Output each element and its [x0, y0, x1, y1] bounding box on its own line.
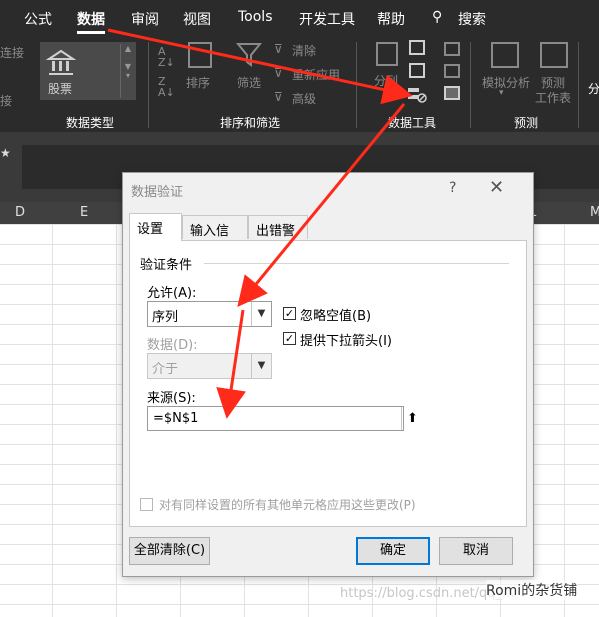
ignore-blank-checkbox[interactable]: ✓ [283, 307, 296, 320]
group-separator [356, 42, 357, 128]
tab-tools[interactable]: Tools [238, 9, 273, 25]
forecast-sheet-icon [540, 42, 568, 68]
dropdown-label[interactable]: 提供下拉箭头(I) [300, 330, 392, 349]
remove-duplicates-icon[interactable] [409, 63, 425, 78]
column-header-d[interactable]: D [15, 205, 25, 220]
what-if-icon [491, 42, 519, 68]
tab-settings[interactable]: 设置 [129, 213, 182, 241]
ok-button[interactable]: 确定 [356, 537, 430, 565]
sort-button[interactable]: 排序 [186, 74, 210, 91]
validation-criteria-title: 验证条件 [140, 258, 193, 273]
data-model-icon[interactable] [444, 86, 460, 100]
chevron-down-icon: ▾ [499, 88, 504, 98]
filter-icon [236, 43, 262, 67]
stock-data-type-button[interactable]: 股票 ▲ ▼ ▾ [40, 42, 136, 100]
data-validation-dialog: 数据验证 ? ✕ 设置 输入信息 出错警告 验证条件 允许(A): 序列 ▼ 数… [122, 172, 534, 577]
reapply-icon: ⊽ [274, 66, 283, 80]
group-separator [148, 42, 149, 128]
tab-formulas[interactable]: 公式 [24, 9, 52, 29]
group-separator [578, 42, 579, 128]
ribbon-tab-bar: 公式 数据 审阅 视图 Tools 开发工具 帮助 ⚲ 搜索 [0, 0, 599, 36]
help-icon[interactable]: ? [449, 180, 456, 196]
source-label: 来源(S): [147, 391, 196, 406]
text-to-columns-icon [376, 42, 398, 66]
column-header-e[interactable]: E [80, 205, 88, 220]
sort-za-icon[interactable]: Z A↓ [158, 76, 175, 98]
tab-developer[interactable]: 开发工具 [299, 9, 355, 29]
flash-fill-icon[interactable] [409, 40, 425, 55]
group-forecast: 预测 [514, 116, 539, 130]
ignore-blank-label[interactable]: 忽略空值(B) [300, 305, 371, 324]
divider [204, 263, 509, 264]
data-select-value: 介于 [152, 362, 179, 377]
search-icon[interactable]: ⚲ [432, 9, 442, 25]
advanced-icon: ⊽ [274, 90, 283, 104]
text-to-columns-button[interactable]: 分列 [374, 72, 398, 89]
reapply-button[interactable]: 重新应用 [292, 66, 340, 83]
active-tab-underline [77, 31, 105, 34]
tab-review[interactable]: 审阅 [131, 9, 159, 29]
tab-search[interactable]: 搜索 [458, 9, 486, 29]
group-data-types: 数据类型 [66, 116, 115, 130]
dropdown-checkbox[interactable]: ✓ [283, 332, 296, 345]
collapse-dialog-icon[interactable]: ⬆ [401, 407, 423, 430]
tab-data[interactable]: 数据 [77, 9, 105, 29]
gallery-scroll[interactable]: ▲ ▼ ▾ [120, 44, 135, 98]
stock-label: 股票 [48, 82, 73, 96]
advanced-button[interactable]: 高级 [292, 90, 316, 107]
sort-az-icon[interactable]: A Z↓ [158, 46, 175, 68]
chevron-down-icon[interactable]: ▼ [251, 354, 271, 378]
source-input[interactable]: =$N$1 ⬆ [147, 406, 418, 431]
data-select[interactable]: 介于 ▼ [147, 353, 272, 379]
connections-button-clipped[interactable]: 连接 [0, 44, 24, 61]
data-validation-icon[interactable] [407, 86, 427, 104]
tab-error-alert[interactable]: 出错警告 [248, 215, 308, 258]
allow-select[interactable]: 序列 ▼ [147, 301, 272, 327]
consolidate-icon[interactable] [444, 42, 460, 56]
data-label: 数据(D): [147, 338, 198, 353]
star-icon: ★ [0, 146, 11, 160]
group-data-tools: 数据工具 [388, 116, 437, 130]
cancel-button[interactable]: 取消 [439, 537, 513, 565]
tab-help[interactable]: 帮助 [377, 9, 405, 29]
outline-button-clipped[interactable]: 分 [588, 80, 599, 97]
what-if-button[interactable]: 模拟分析 [482, 74, 530, 91]
tab-input-message[interactable]: 输入信息 [182, 215, 248, 258]
apply-all-label[interactable]: 对有同样设置的所有其他单元格应用这些更改(P) [159, 496, 416, 513]
clear-button[interactable]: 清除 [292, 42, 316, 59]
allow-label: 允许(A): [147, 286, 197, 301]
source-input-value: =$N$1 [153, 411, 199, 426]
apply-all-checkbox[interactable] [140, 498, 153, 511]
settings-panel: 验证条件 允许(A): 序列 ▼ 数据(D): 介于 ▼ ✓ 忽略空值(B) ✓… [129, 240, 527, 527]
forecast-sheet-button-line2[interactable]: 工作表 [535, 89, 571, 106]
connections-button-clipped-2[interactable]: 接 [0, 92, 12, 109]
allow-select-value: 序列 [152, 310, 179, 325]
clear-icon: ⊽ [274, 42, 283, 56]
close-icon[interactable]: ✕ [489, 177, 504, 198]
brand-watermark: Romi的杂货铺 [486, 580, 578, 600]
clear-all-button[interactable]: 全部清除(C) [129, 537, 210, 565]
filter-button[interactable]: 筛选 [237, 74, 261, 91]
relationships-icon[interactable] [444, 64, 460, 78]
group-sort-filter: 排序和筛选 [220, 116, 281, 130]
sort-icon [188, 42, 212, 68]
tab-view[interactable]: 视图 [183, 9, 211, 29]
column-header-m[interactable]: M [590, 205, 599, 220]
chevron-down-icon[interactable]: ▼ [251, 302, 271, 326]
group-separator [470, 42, 471, 128]
ribbon: 连接 接 股票 ▲ ▼ ▾ 数据类型 A Z↓ Z A↓ 排序 筛选 ⊽ 清除 ⊽ 重新… [0, 36, 599, 132]
bank-icon [46, 49, 76, 75]
dialog-title: 数据验证 [131, 185, 184, 200]
